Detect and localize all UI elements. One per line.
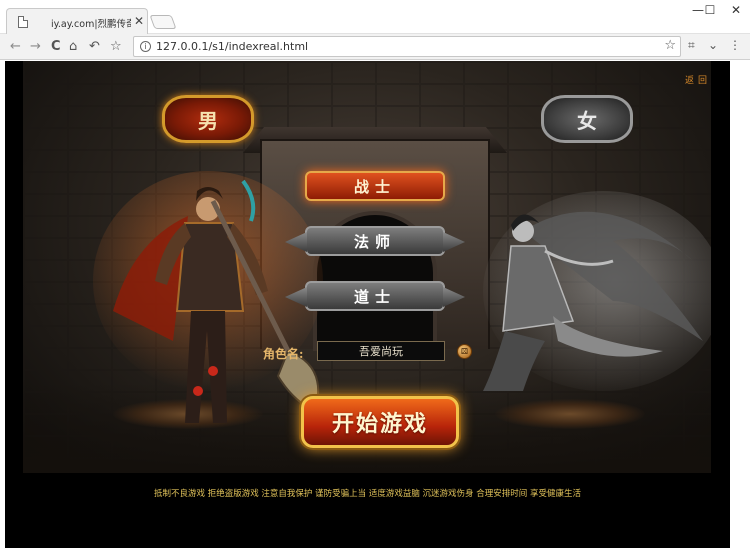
character-name-input[interactable] [317, 341, 445, 361]
male-warrior-illustration [93, 171, 323, 423]
class-taoist-button[interactable]: 道士 [285, 281, 465, 311]
home-icon[interactable]: ⌂ [69, 38, 77, 56]
male-label: 男 [198, 108, 218, 133]
undo-icon[interactable]: ↶ [89, 38, 100, 56]
forward-icon[interactable]: → [30, 38, 41, 56]
health-gaming-notice: 抵制不良游戏 拒绝盗版游戏 注意自我保护 谨防受骗上当 适度游戏益脑 沉迷游戏伤… [154, 489, 581, 499]
random-name-icon[interactable]: ⚄ [457, 344, 472, 359]
browser-window: iy.ay.com|烈鹏传奇之 ✕ — ☐ ✕ ← → C ⌂ ↶ ☆ i 12… [0, 0, 750, 553]
browser-toolbar: ← → C ⌂ ↶ ☆ i 127.0.0.1/s1/indexreal.htm… [0, 34, 750, 60]
maximize-button[interactable]: ☐ [696, 3, 724, 19]
url-text[interactable]: 127.0.0.1/s1/indexreal.html [156, 40, 308, 53]
male-gender-button[interactable]: 男 [162, 95, 254, 143]
reload-icon[interactable]: C [51, 38, 61, 56]
female-label: 女 [577, 108, 597, 133]
title-bar: iy.ay.com|烈鹏传奇之 ✕ — ☐ ✕ [0, 0, 750, 35]
back-icon[interactable]: ← [10, 38, 21, 56]
menu-icon[interactable]: ⋮ [729, 38, 741, 52]
extensions-icon[interactable]: ⌄ [708, 38, 718, 52]
class-taoist-label: 道士 [353, 287, 396, 306]
tab-title: iy.ay.com|烈鹏传奇之 [51, 19, 131, 30]
star-icon[interactable]: ☆ [664, 38, 676, 53]
female-character-illustration [483, 191, 711, 391]
return-link[interactable]: 返回 [685, 73, 711, 86]
new-tab-button[interactable] [149, 15, 177, 29]
start-game-label: 开始游戏 [331, 411, 428, 437]
bookmark-icon[interactable]: ☆ [110, 38, 122, 56]
right-rune-circle [495, 399, 645, 429]
class-warrior-label: 战士 [353, 177, 396, 196]
page-icon [18, 16, 28, 28]
character-select-scene: 返回 男 女 战士 法师 道士 角色名: ⚄ [23, 61, 711, 473]
browser-tab[interactable]: iy.ay.com|烈鹏传奇之 ✕ [6, 8, 148, 35]
tab-close-icon[interactable]: ✕ [134, 14, 144, 28]
female-gender-button[interactable]: 女 [541, 95, 633, 143]
start-game-button[interactable]: 开始游戏 [301, 396, 459, 448]
class-mage-label: 法师 [353, 232, 396, 251]
character-name-label: 角色名: [263, 347, 304, 361]
class-mage-button[interactable]: 法师 [285, 226, 465, 256]
crop-icon[interactable]: ⌗ [688, 38, 695, 53]
class-warrior-button[interactable]: 战士 [305, 171, 445, 201]
info-icon[interactable]: i [140, 41, 151, 52]
close-window-button[interactable]: ✕ [722, 3, 750, 19]
address-bar[interactable]: i 127.0.0.1/s1/indexreal.html ☆ [133, 36, 681, 57]
game-page: 返回 男 女 战士 法师 道士 角色名: ⚄ [5, 61, 730, 548]
